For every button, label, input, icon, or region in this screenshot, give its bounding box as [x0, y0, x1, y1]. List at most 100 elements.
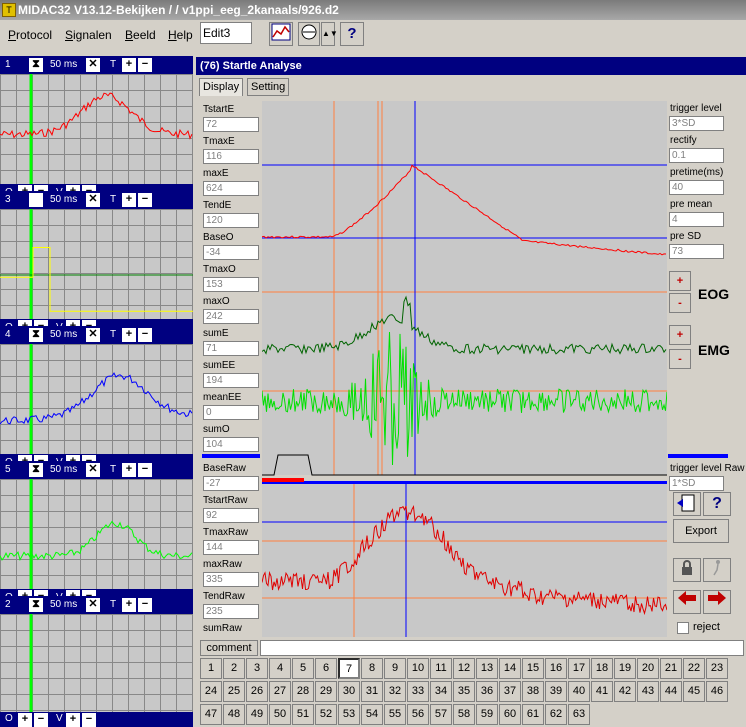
trial-button[interactable]: 35: [453, 681, 475, 702]
minus-icon[interactable]: −: [34, 713, 48, 727]
channel-expand-icon[interactable]: ✕: [86, 598, 100, 612]
menu-beeld[interactable]: Beeld: [125, 28, 156, 42]
trial-button[interactable]: 51: [292, 704, 314, 725]
trial-button[interactable]: 55: [384, 704, 406, 725]
trial-button[interactable]: 11: [430, 658, 452, 679]
trial-button[interactable]: 61: [522, 704, 544, 725]
channel-expand-icon[interactable]: ✕: [86, 58, 100, 72]
trial-button[interactable]: 33: [407, 681, 429, 702]
trial-button[interactable]: 63: [568, 704, 590, 725]
spin-toolbar-button[interactable]: ▲▼: [321, 22, 338, 46]
minus-icon[interactable]: −: [82, 713, 96, 727]
trial-button[interactable]: 48: [223, 704, 245, 725]
help-button[interactable]: ?: [703, 492, 731, 516]
menu-signalen[interactable]: Signalen: [65, 28, 112, 42]
trial-button[interactable]: 39: [545, 681, 567, 702]
trial-button[interactable]: 7: [338, 658, 360, 679]
previous-button[interactable]: [673, 590, 701, 614]
trial-button[interactable]: 31: [361, 681, 383, 702]
channel-toggle-icon[interactable]: ⧗: [29, 328, 43, 342]
eog-plus-button[interactable]: +: [669, 271, 691, 291]
trial-button[interactable]: 24: [200, 681, 222, 702]
trial-button[interactable]: 15: [522, 658, 544, 679]
trial-button[interactable]: 5: [292, 658, 314, 679]
trial-button[interactable]: 20: [637, 658, 659, 679]
channel-toggle-icon[interactable]: ⧗: [29, 463, 43, 477]
setting-field[interactable]: 3*SD: [669, 116, 724, 131]
channel-toggle-icon[interactable]: ⧗: [29, 598, 43, 612]
lock-button[interactable]: [673, 558, 701, 582]
channel-toggle-icon[interactable]: [29, 193, 43, 207]
trial-button[interactable]: 26: [246, 681, 268, 702]
trial-button[interactable]: 38: [522, 681, 544, 702]
trial-button[interactable]: 29: [315, 681, 337, 702]
walk-button[interactable]: [703, 558, 731, 582]
tab-setting[interactable]: Setting: [247, 78, 290, 96]
tab-display[interactable]: Display: [199, 78, 244, 96]
trial-button[interactable]: 52: [315, 704, 337, 725]
channel-expand-icon[interactable]: ✕: [86, 328, 100, 342]
edit-field[interactable]: Edit3: [200, 22, 252, 44]
splitter[interactable]: [193, 56, 198, 727]
trial-button[interactable]: 16: [545, 658, 567, 679]
zoom-toolbar-button[interactable]: [298, 22, 320, 46]
trial-button[interactable]: 18: [591, 658, 613, 679]
setting-field[interactable]: 40: [669, 180, 724, 195]
plus-icon[interactable]: +: [18, 713, 32, 727]
save-button[interactable]: [673, 492, 701, 516]
reject-checkbox[interactable]: [677, 622, 689, 634]
trial-button[interactable]: 49: [246, 704, 268, 725]
trial-button[interactable]: 59: [476, 704, 498, 725]
channel-toggle-icon[interactable]: ⧗: [29, 58, 43, 72]
trial-button[interactable]: 44: [660, 681, 682, 702]
trial-button[interactable]: 32: [384, 681, 406, 702]
emg-plus-button[interactable]: +: [669, 325, 691, 345]
trial-button[interactable]: 6: [315, 658, 337, 679]
trial-button[interactable]: 3: [246, 658, 268, 679]
trial-button[interactable]: 57: [430, 704, 452, 725]
trial-button[interactable]: 37: [499, 681, 521, 702]
minus-icon[interactable]: −: [138, 193, 152, 207]
trial-button[interactable]: 9: [384, 658, 406, 679]
plus-icon[interactable]: +: [122, 328, 136, 342]
help-toolbar-button[interactable]: ?: [340, 22, 364, 46]
trigger-raw-field[interactable]: 1*SD: [669, 476, 724, 491]
plus-icon[interactable]: +: [122, 58, 136, 72]
plus-icon[interactable]: +: [66, 713, 80, 727]
trial-button[interactable]: 14: [499, 658, 521, 679]
trial-button[interactable]: 13: [476, 658, 498, 679]
trial-button[interactable]: 58: [453, 704, 475, 725]
setting-field[interactable]: 4: [669, 212, 724, 227]
trial-button[interactable]: 22: [683, 658, 705, 679]
chart-toolbar-button[interactable]: [269, 22, 293, 46]
trial-button[interactable]: 45: [683, 681, 705, 702]
channel-expand-icon[interactable]: ✕: [86, 193, 100, 207]
plus-icon[interactable]: +: [122, 598, 136, 612]
trial-button[interactable]: 1: [200, 658, 222, 679]
trial-button[interactable]: 8: [361, 658, 383, 679]
next-button[interactable]: [703, 590, 731, 614]
setting-field[interactable]: 73: [669, 244, 724, 259]
setting-field[interactable]: 0.1: [669, 148, 724, 163]
trial-button[interactable]: 19: [614, 658, 636, 679]
eog-minus-button[interactable]: -: [669, 293, 691, 313]
plus-icon[interactable]: +: [122, 193, 136, 207]
trial-button[interactable]: 25: [223, 681, 245, 702]
trial-button[interactable]: 47: [200, 704, 222, 725]
trial-button[interactable]: 42: [614, 681, 636, 702]
trial-button[interactable]: 40: [568, 681, 590, 702]
trial-button[interactable]: 54: [361, 704, 383, 725]
menu-protocol[interactable]: Protocol: [8, 28, 52, 42]
trial-button[interactable]: 46: [706, 681, 728, 702]
trial-button[interactable]: 50: [269, 704, 291, 725]
trial-button[interactable]: 30: [338, 681, 360, 702]
trial-button[interactable]: 36: [476, 681, 498, 702]
comment-input[interactable]: [260, 640, 744, 656]
trial-button[interactable]: 10: [407, 658, 429, 679]
trial-button[interactable]: 23: [706, 658, 728, 679]
trial-button[interactable]: 12: [453, 658, 475, 679]
trial-button[interactable]: 53: [338, 704, 360, 725]
minus-icon[interactable]: −: [138, 463, 152, 477]
trial-button[interactable]: 56: [407, 704, 429, 725]
emg-minus-button[interactable]: -: [669, 349, 691, 369]
